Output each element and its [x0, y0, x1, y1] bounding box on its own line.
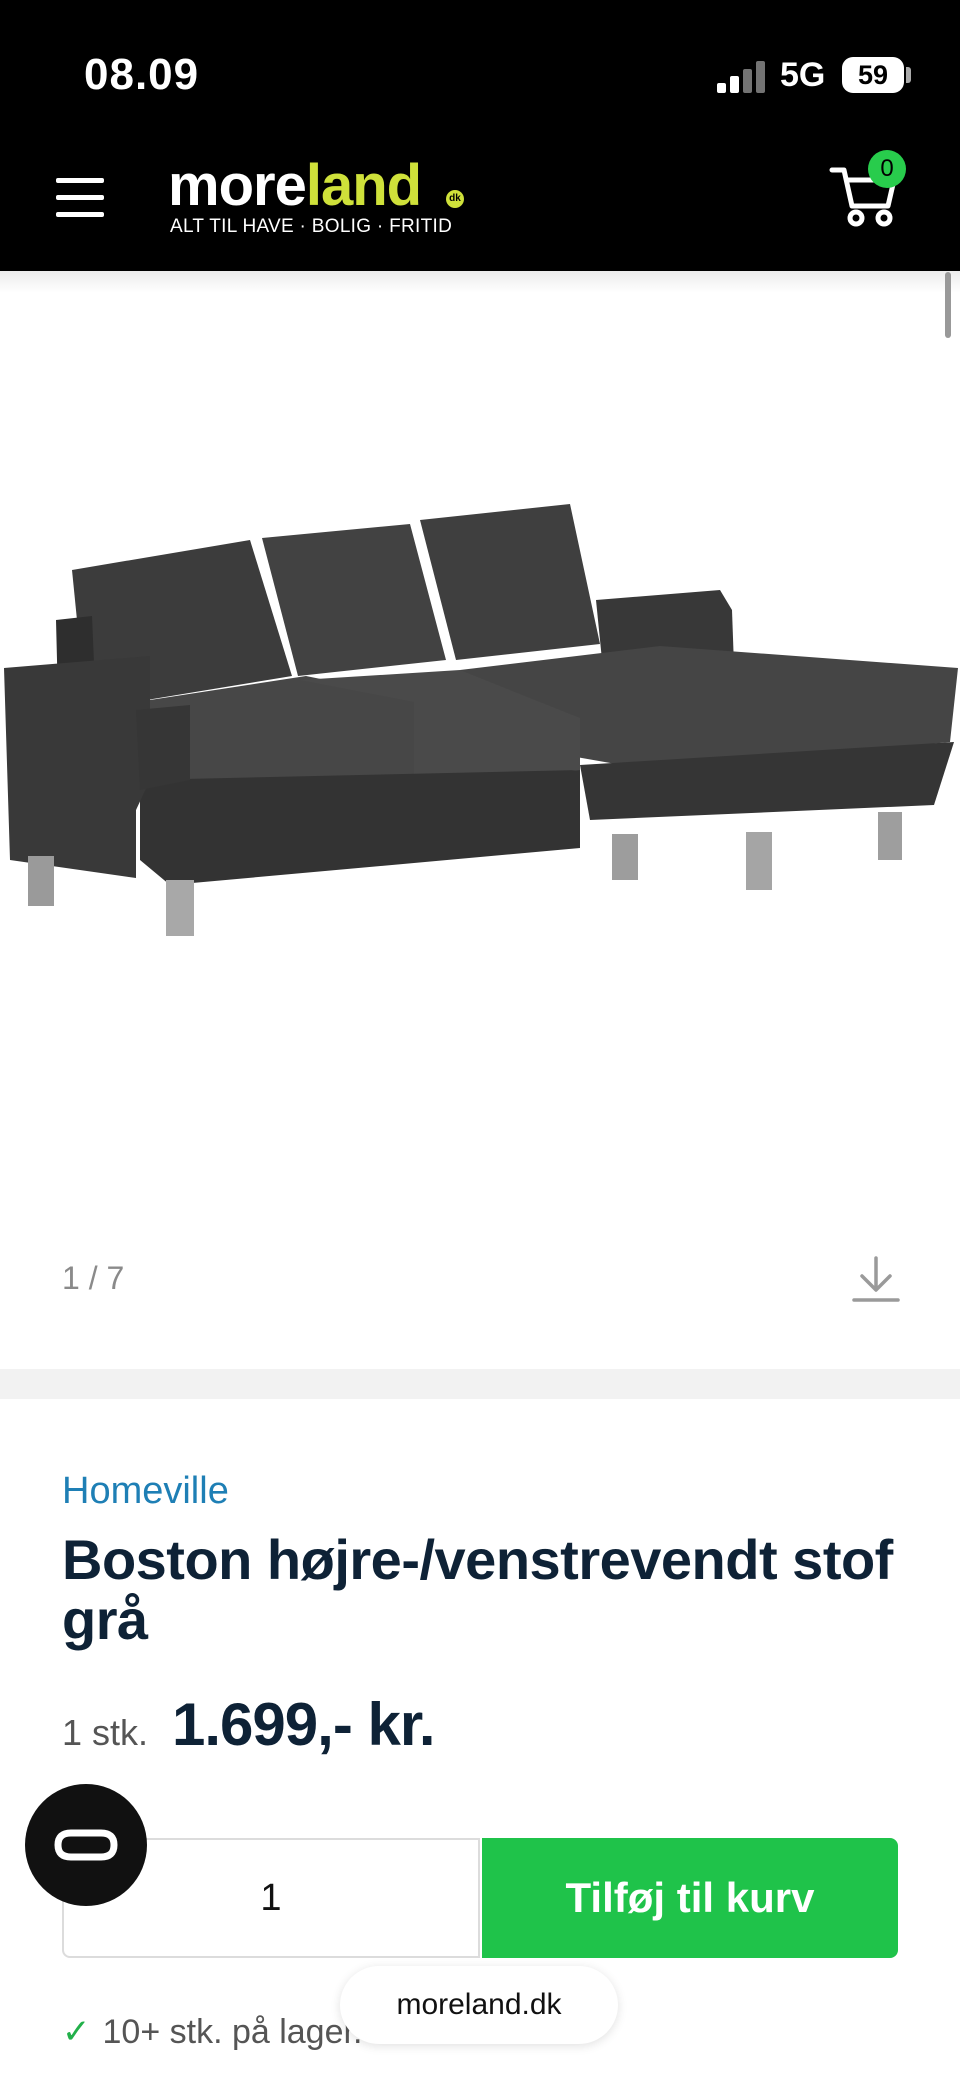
network-label: 5G [780, 56, 826, 94]
stock-status: ✓ 10+ stk. på lager. [62, 2012, 362, 2052]
product-price: 1.699,- kr. [172, 1691, 436, 1758]
download-button[interactable] [850, 1254, 902, 1306]
menu-icon-line [56, 212, 104, 217]
gallery-counter: 1 / 7 [62, 1260, 125, 1296]
product-image[interactable] [0, 480, 960, 980]
battery-icon: 59 [842, 57, 904, 93]
scrollbar-thumb[interactable] [945, 272, 951, 338]
menu-button[interactable] [56, 178, 104, 218]
logo[interactable]: moreland dk ALT TIL HAVE · BOLIG · FRITI… [168, 153, 468, 240]
cart-count-badge: 0 [868, 150, 906, 188]
header-shadow [0, 271, 960, 293]
product-title: Boston højre-/venstrevendt stof grå [62, 1528, 893, 1651]
logo-tagline: ALT TIL HAVE · BOLIG · FRITID [170, 216, 453, 237]
stock-label: 10+ stk. på lager. [102, 2013, 363, 2051]
chat-icon [54, 1829, 118, 1861]
top-bar [0, 0, 960, 271]
browser-url-bar[interactable]: moreland.dk [340, 1966, 618, 2044]
unit-label: 1 stk. [62, 1712, 149, 1753]
download-icon [852, 1256, 900, 1302]
signal-icon [717, 61, 767, 93]
logo-wordmark: moreland [168, 153, 422, 218]
chat-button[interactable] [25, 1784, 147, 1906]
status-time: 08.09 [84, 50, 200, 99]
section-divider [0, 1369, 960, 1399]
menu-icon-line [56, 178, 104, 183]
brand-link[interactable]: Homeville [62, 1470, 229, 1513]
check-icon: ✓ [62, 2013, 91, 2051]
battery-tip [906, 67, 911, 83]
add-to-cart-button[interactable]: Tilføj til kurv [482, 1838, 898, 1958]
logo-dk-badge: dk [446, 190, 464, 208]
menu-icon-line [56, 195, 104, 200]
